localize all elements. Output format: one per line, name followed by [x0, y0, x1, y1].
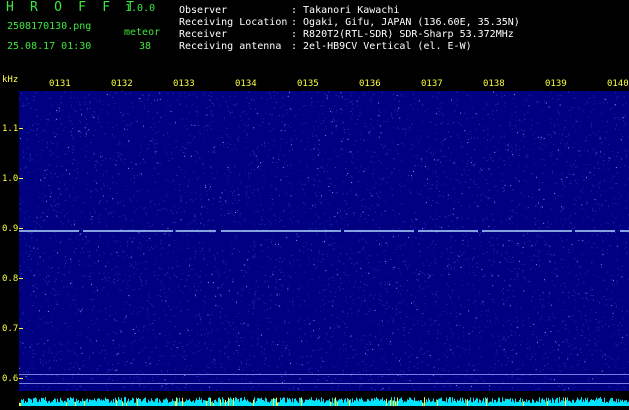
time-tick-label: 0140	[607, 79, 629, 89]
location-value: : Ogaki, Gifu, JAPAN (136.60E, 35.35N)	[291, 17, 520, 29]
time-tick-label: 0133	[173, 79, 195, 89]
observer-value: : Takanori Kawachi	[291, 5, 399, 17]
axis-unit-label: kHz	[2, 75, 18, 85]
time-tick-label: 0132	[111, 79, 133, 89]
freq-tick-label: 0.6	[2, 374, 18, 384]
spectrogram-canvas	[19, 91, 629, 391]
location-label: Receiving Location	[179, 17, 291, 29]
time-tick-label: 0138	[483, 79, 505, 89]
meteor-count: 38	[139, 41, 151, 53]
meteor-label: meteor	[124, 27, 160, 39]
signal-level-canvas	[19, 397, 629, 406]
capture-datetime: 25.08.17 01:30	[7, 41, 91, 53]
receiver-label: Receiver	[179, 29, 291, 41]
time-tick-label: 0139	[545, 79, 567, 89]
observer-label: Observer	[179, 5, 291, 17]
noise-floor	[19, 91, 629, 391]
antenna-label: Receiving antenna	[179, 41, 291, 53]
time-tick-label: 0134	[235, 79, 257, 89]
header-panel: H R O F F T 1.0.0 2508170130.png 25.08.1…	[0, 0, 629, 78]
antenna-value: : 2el-HB9CV Vertical (el. E-W)	[291, 41, 472, 53]
freq-tick-label: 1.1	[2, 124, 18, 134]
time-tick-label: 0131	[49, 79, 71, 89]
time-axis: 0131 0132 0133 0134 0135 0136 0137 0138 0139 0140	[19, 78, 629, 91]
freq-tick-label: 1.0	[2, 174, 18, 184]
app-version: 1.0.0	[125, 3, 155, 15]
time-tick-label: 0137	[421, 79, 443, 89]
freq-tick-label: 0.7	[2, 324, 18, 334]
frequency-axis: kHz 1.1 1.0 0.9 0.8 0.7 0.6	[0, 75, 19, 400]
freq-tick-label: 0.8	[2, 274, 18, 284]
signal-level-bars	[19, 397, 629, 406]
freq-tick-label: 0.9	[2, 224, 18, 234]
time-tick-label: 0135	[297, 79, 319, 89]
spectrogram	[19, 91, 629, 391]
receiver-value: : R820T2(RTL-SDR) SDR-Sharp 53.372MHz	[291, 29, 514, 41]
app-title: H R O F F T	[6, 2, 138, 14]
time-tick-label: 0136	[359, 79, 381, 89]
image-filename: 2508170130.png	[7, 21, 91, 33]
signal-level-strip	[19, 391, 629, 400]
